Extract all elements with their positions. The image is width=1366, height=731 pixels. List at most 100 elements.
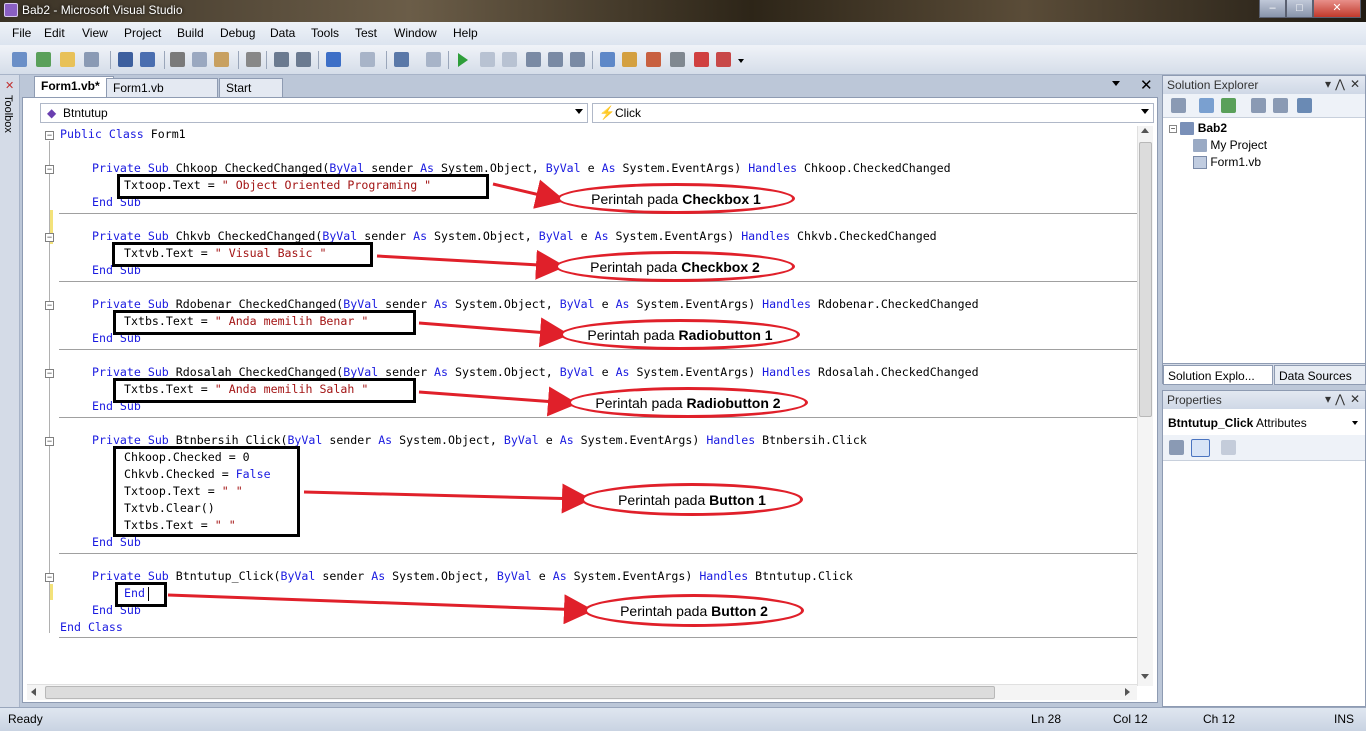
window-title: Bab2 - Microsoft Visual Studio	[22, 3, 183, 17]
menu-tools[interactable]: Tools	[311, 26, 339, 40]
menu-project[interactable]: Project	[124, 26, 161, 40]
method-name-dropdown[interactable]: ⚡ Click	[592, 103, 1154, 123]
pin-icon[interactable]: ⋀	[1335, 77, 1345, 91]
step-into-icon[interactable]	[526, 52, 541, 67]
toolbar-separator	[386, 51, 387, 69]
toolbar-separator	[164, 51, 165, 69]
add-new-item-icon[interactable]	[84, 52, 99, 67]
tree-item-form1[interactable]: Form1.vb	[1193, 155, 1262, 170]
scrollbar-thumb[interactable]	[45, 686, 995, 699]
panel-menu-icon[interactable]: ▾	[1325, 392, 1331, 406]
vertical-scrollbar[interactable]	[1137, 126, 1153, 686]
annotation-button-2: Perintah pada Button 2	[584, 594, 804, 627]
tab-form1-vb[interactable]: Form1.vb*	[34, 76, 114, 97]
property-pages-icon[interactable]	[1221, 440, 1236, 455]
menu-data[interactable]: Data	[270, 26, 295, 40]
class-name-dropdown[interactable]: ◆ Btntutup	[40, 103, 588, 123]
scroll-left-icon[interactable]	[31, 688, 36, 696]
open-folder-icon[interactable]	[60, 52, 75, 67]
copy-icon[interactable]	[192, 52, 207, 67]
step-over-icon[interactable]	[548, 52, 563, 67]
object-selector[interactable]: Btntutup_Click Attributes	[1166, 413, 1362, 433]
arrow-checkbox-1	[492, 179, 566, 209]
undo-icon[interactable]	[326, 52, 341, 67]
scroll-up-icon[interactable]	[1141, 128, 1149, 133]
cut-icon[interactable]	[170, 52, 185, 67]
toolbox-icon[interactable]	[670, 52, 685, 67]
view-designer-icon[interactable]	[1273, 98, 1288, 113]
pause-icon[interactable]	[480, 52, 495, 67]
menu-file[interactable]: File	[12, 26, 31, 40]
minimize-button[interactable]: –	[1259, 0, 1286, 18]
code-area[interactable]: − Public Class Form1 − Private Sub Chkoo…	[23, 126, 1143, 686]
menu-debug[interactable]: Debug	[220, 26, 255, 40]
toolbox-label[interactable]: Toolbox	[2, 95, 14, 133]
paste-icon[interactable]	[214, 52, 229, 67]
solution-explorer-icon[interactable]	[622, 52, 637, 67]
pin-icon[interactable]: ⋀	[1335, 392, 1345, 406]
categorized-icon[interactable]	[1169, 440, 1184, 455]
step-out-icon[interactable]	[570, 52, 585, 67]
close-panel-icon[interactable]: ✕	[1350, 392, 1360, 406]
properties-icon[interactable]	[646, 52, 661, 67]
toolbox-strip[interactable]: ✕ Toolbox	[0, 75, 20, 707]
my-project-label: My Project	[1210, 138, 1268, 152]
start-page-icon[interactable]	[716, 52, 731, 67]
menu-test[interactable]: Test	[355, 26, 377, 40]
tab-solution-explorer[interactable]: Solution Explo...	[1163, 365, 1273, 385]
close-document-icon[interactable]: ✕	[1140, 76, 1153, 94]
close-button[interactable]: ✕	[1313, 0, 1361, 18]
properties-toolbar	[1163, 435, 1365, 461]
menu-build[interactable]: Build	[177, 26, 204, 40]
add-item-icon[interactable]	[36, 52, 51, 67]
menu-view[interactable]: View	[82, 26, 108, 40]
class-name-value: Btntutup	[63, 106, 108, 120]
toolbox-close-icon[interactable]: ✕	[5, 79, 14, 92]
view-code-icon[interactable]	[1251, 98, 1266, 113]
start-debugging-icon[interactable]	[458, 53, 468, 67]
tab-start-page[interactable]: Start Page	[219, 78, 283, 109]
new-project-icon[interactable]	[12, 52, 27, 67]
scroll-right-icon[interactable]	[1125, 688, 1130, 696]
menu-help[interactable]: Help	[453, 26, 478, 40]
scrollbar-thumb[interactable]	[1139, 142, 1152, 417]
form1-label: Form1.vb	[1210, 155, 1262, 169]
title-bar: Bab2 - Microsoft Visual Studio – □ ✕	[0, 0, 1366, 22]
alphabetical-icon[interactable]	[1191, 439, 1210, 457]
tree-item-my-project[interactable]: My Project	[1193, 138, 1268, 153]
properties-icon[interactable]	[1199, 98, 1214, 113]
class-diagram-icon[interactable]	[1297, 98, 1312, 113]
stop-icon[interactable]	[502, 52, 517, 67]
redo-icon[interactable]	[360, 52, 375, 67]
tab-list-icon[interactable]	[1112, 81, 1120, 86]
maximize-button[interactable]: □	[1286, 0, 1313, 18]
find-in-files-icon[interactable]	[600, 52, 615, 67]
tree-item-solution[interactable]: − Bab2	[1169, 121, 1227, 136]
save-icon[interactable]	[118, 52, 133, 67]
navigate-backward-icon[interactable]	[394, 52, 409, 67]
show-all-files-icon[interactable]	[1171, 98, 1186, 113]
arrow-radiobutton-2	[418, 386, 578, 417]
selected-object: Btntutup_Click	[1168, 416, 1254, 430]
annotation-checkbox-2: Perintah pada Checkbox 2	[555, 251, 795, 282]
menu-window[interactable]: Window	[394, 26, 437, 40]
save-all-icon[interactable]	[140, 52, 155, 67]
comment-icon[interactable]	[274, 52, 289, 67]
menu-edit[interactable]: Edit	[44, 26, 65, 40]
tab-data-sources[interactable]: Data Sources	[1274, 365, 1366, 385]
scroll-down-icon[interactable]	[1141, 674, 1149, 679]
status-bar: Ready Ln 28 Col 12 Ch 12 INS	[0, 707, 1366, 731]
horizontal-scrollbar[interactable]	[27, 684, 1137, 700]
navigate-forward-icon[interactable]	[426, 52, 441, 67]
arrow-button-1	[303, 483, 592, 514]
error-list-icon[interactable]	[694, 52, 709, 67]
uncomment-icon[interactable]	[296, 52, 311, 67]
find-icon[interactable]	[246, 52, 261, 67]
tab-form1-design[interactable]: Form1.vb [Design]*	[106, 78, 218, 109]
close-panel-icon[interactable]: ✕	[1350, 77, 1360, 91]
panel-menu-icon[interactable]: ▾	[1325, 77, 1331, 91]
code-editor: ◆ Btntutup ⚡ Click − Public Class Form1 …	[22, 97, 1158, 703]
annotation-radiobutton-1: Perintah pada Radiobutton 1	[560, 319, 800, 350]
refresh-icon[interactable]	[1221, 98, 1236, 113]
toolbar-options-icon[interactable]	[738, 59, 744, 63]
